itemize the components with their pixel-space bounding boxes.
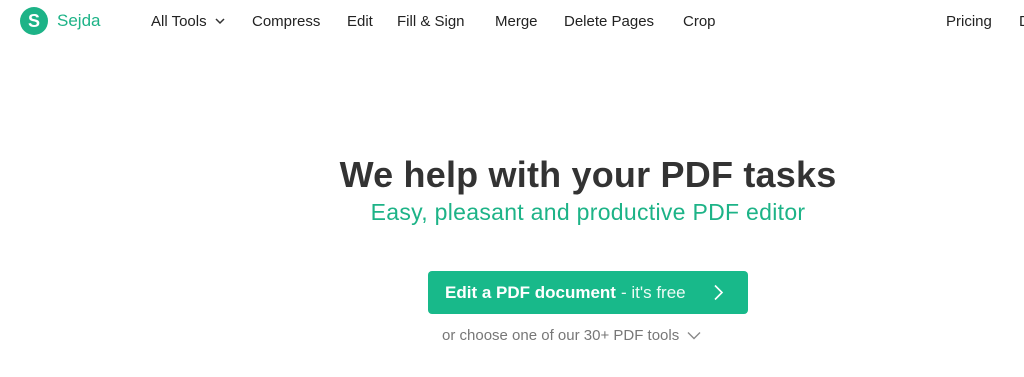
edit-pdf-button[interactable]: Edit a PDF document - it's free [428, 271, 748, 314]
chevron-down-icon [687, 330, 701, 340]
chevron-right-icon [712, 284, 726, 301]
chevron-down-icon [215, 16, 225, 26]
nav-item-truncated[interactable]: D [1019, 11, 1024, 31]
nav-all-tools-label: All Tools [151, 12, 207, 30]
edit-pdf-button-label: Edit a PDF document [445, 282, 616, 302]
hero-title: We help with your PDF tasks [339, 154, 837, 195]
top-navigation: S Sejda All Tools Compress Edit Fill & S… [0, 0, 1024, 42]
logo-mark: S [20, 7, 48, 35]
choose-pdf-tools-toggle[interactable]: or choose one of our 30+ PDF tools [442, 325, 701, 345]
nav-fill-sign[interactable]: Fill & Sign [397, 11, 465, 31]
nav-compress[interactable]: Compress [252, 11, 320, 31]
nav-all-tools[interactable]: All Tools [151, 11, 225, 31]
nav-edit[interactable]: Edit [347, 11, 373, 31]
nav-merge[interactable]: Merge [495, 11, 538, 31]
hero-subtitle: Easy, pleasant and productive PDF editor [370, 199, 806, 225]
sejda-logo-link[interactable]: S Sejda [20, 7, 100, 35]
logo-text: Sejda [57, 11, 101, 30]
choose-pdf-tools-label: or choose one of our 30+ PDF tools [442, 326, 680, 344]
nav-delete-pages[interactable]: Delete Pages [564, 11, 654, 31]
nav-pricing[interactable]: Pricing [946, 11, 992, 31]
edit-pdf-button-free-note: - it's free [620, 282, 686, 302]
nav-crop[interactable]: Crop [683, 11, 716, 31]
